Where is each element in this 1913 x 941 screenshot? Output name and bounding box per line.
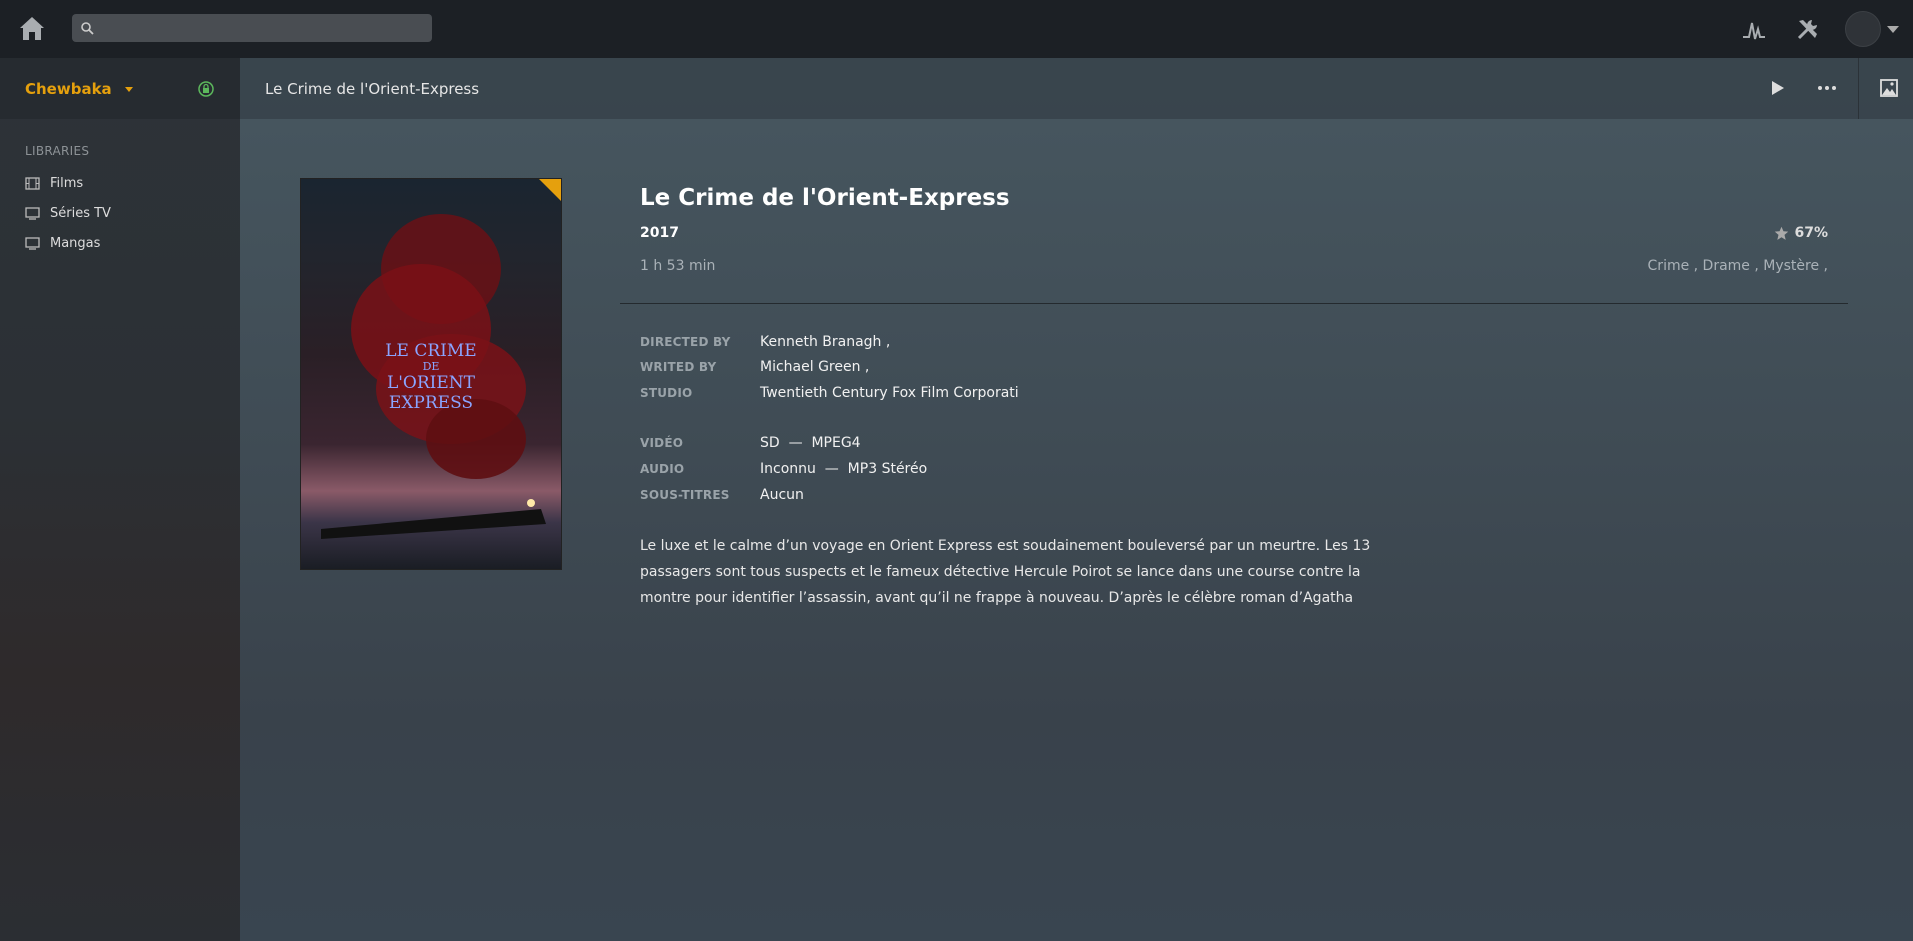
media-row-subtitles: SOUS-TITRES Aucun (640, 487, 804, 503)
header-divider (1858, 58, 1859, 119)
sidebar: Chewbaka LIBRARIES Films Séries TV Manga… (0, 58, 240, 941)
play-icon[interactable] (1765, 76, 1789, 100)
user-name: Chewbaka (25, 79, 112, 98)
settings-tools-icon[interactable] (1794, 15, 1822, 43)
activity-icon[interactable] (1740, 15, 1768, 43)
movie-rating: 67% (1774, 225, 1828, 241)
unwatched-badge (539, 179, 561, 201)
media-value: SD — MPEG4 (760, 435, 861, 451)
server-user-selector[interactable]: Chewbaka (25, 80, 133, 98)
detail-value[interactable]: Michael Green , (760, 359, 869, 375)
lock-icon[interactable] (198, 81, 214, 97)
sidebar-item-films[interactable]: Films (25, 168, 240, 198)
top-bar (0, 0, 1913, 58)
poster-title: LE CRIME DE L'ORIENT EXPRESS (385, 341, 477, 413)
media-label: SOUS-TITRES (640, 488, 730, 502)
search-input[interactable] (100, 19, 432, 37)
movie-title: Le Crime de l'Orient-Express (640, 185, 1010, 211)
detail-label: STUDIO (640, 386, 693, 400)
detail-row-director: DIRECTED BY Kenneth Branagh , (640, 334, 890, 350)
sidebar-header: Chewbaka (0, 58, 240, 119)
movie-year: 2017 (640, 225, 679, 241)
detail-value: Twentieth Century Fox Film Corporati (760, 385, 1019, 401)
avatar[interactable] (1845, 11, 1881, 47)
media-value: Inconnu — MP3 Stéréo (760, 461, 928, 477)
chevron-down-icon (1887, 25, 1899, 33)
background-image-icon[interactable] (1877, 76, 1901, 100)
breadcrumb: Le Crime de l'Orient-Express (265, 79, 480, 98)
home-icon[interactable] (18, 14, 46, 42)
media-row-audio: AUDIO Inconnu — MP3 Stéréo (640, 461, 927, 477)
main-content: Le Crime de l'Orient-Express LE CRIME DE… (240, 58, 1913, 941)
detail-row-writer: WRITED BY Michael Green , (640, 359, 869, 375)
detail-row-studio: STUDIO Twentieth Century Fox Film Corpor… (640, 385, 1019, 401)
media-label: VIDÉO (640, 436, 684, 450)
movie-duration: 1 h 53 min (640, 258, 716, 274)
film-icon (25, 176, 40, 190)
detail-label: WRITED BY (640, 360, 717, 374)
sidebar-item-label: Séries TV (50, 205, 111, 221)
libraries-heading: LIBRARIES (25, 144, 90, 158)
rating-value: 67% (1794, 225, 1828, 241)
media-row-video: VIDÉO SD — MPEG4 (640, 435, 861, 451)
sidebar-item-mangas[interactable]: Mangas (25, 228, 240, 258)
media-value: Aucun (760, 487, 804, 503)
detail-value[interactable]: Kenneth Branagh , (760, 334, 890, 350)
sidebar-item-label: Mangas (50, 235, 101, 251)
content-header: Le Crime de l'Orient-Express (240, 58, 1913, 119)
search-icon (81, 22, 94, 35)
sidebar-item-label: Films (50, 175, 84, 191)
sidebar-item-series-tv[interactable]: Séries TV (25, 198, 240, 228)
media-label: AUDIO (640, 462, 685, 476)
user-menu[interactable] (1845, 11, 1899, 47)
tv-icon (25, 236, 40, 250)
star-icon (1775, 226, 1789, 240)
chevron-down-icon (124, 86, 133, 92)
more-options-icon[interactable] (1815, 76, 1839, 100)
detail-label: DIRECTED BY (640, 335, 731, 349)
movie-genres: Crime , Drame , Mystère , (1647, 258, 1828, 274)
tv-icon (25, 206, 40, 220)
movie-synopsis: Le luxe et le calme d’un voyage en Orien… (640, 538, 1371, 606)
movie-poster[interactable]: LE CRIME DE L'ORIENT EXPRESS (300, 178, 562, 570)
divider (620, 303, 1848, 304)
search-bar[interactable] (72, 14, 432, 42)
